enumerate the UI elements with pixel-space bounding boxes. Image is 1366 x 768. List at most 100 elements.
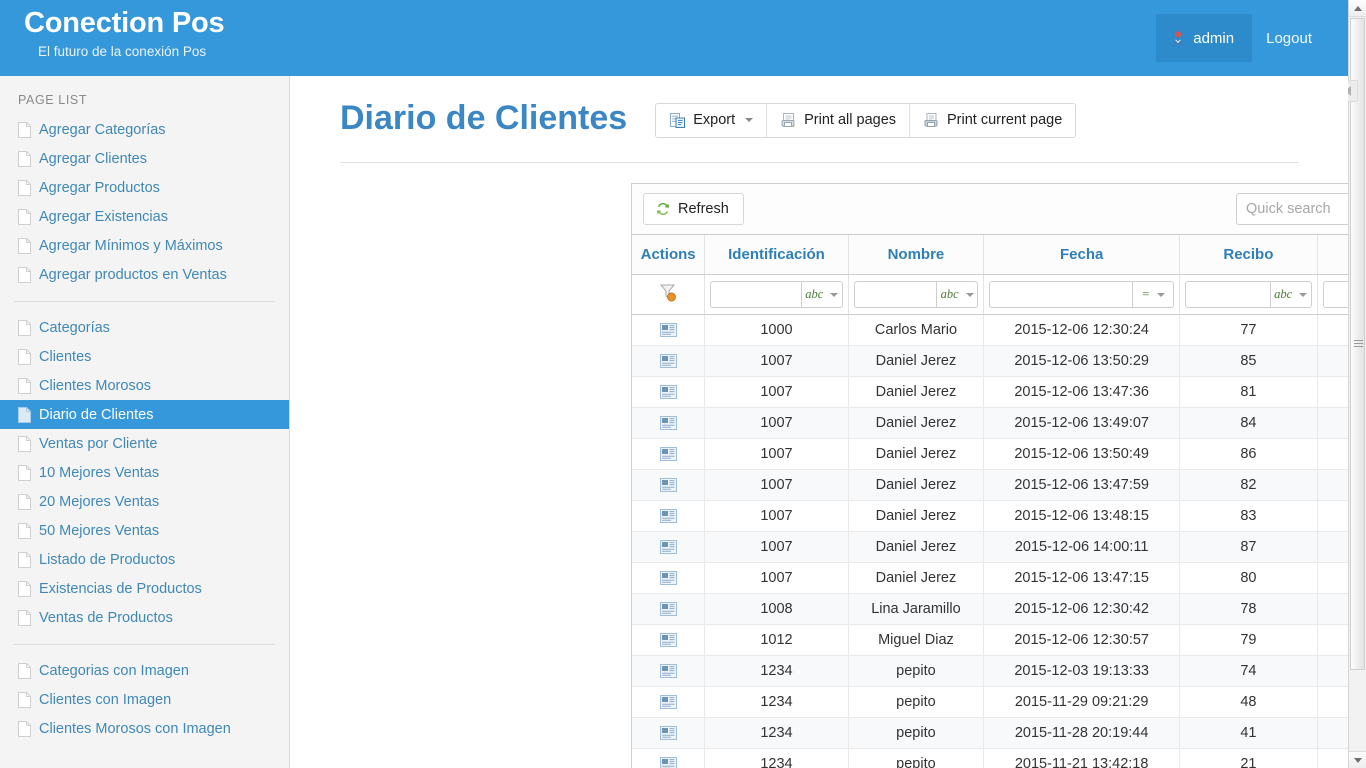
sidebar-item-agregar-clientes[interactable]: Agregar Clientes xyxy=(0,144,289,173)
filter-operator-identificaci-n[interactable]: abc xyxy=(801,281,843,308)
table-row[interactable]: 1012Miguel Diaz2015-12-06 12:30:5779debt… xyxy=(632,625,1348,656)
column-header-nombre[interactable]: Nombre xyxy=(848,235,983,275)
filter-input-recibo[interactable] xyxy=(1185,281,1269,308)
row-actions-cell[interactable] xyxy=(632,594,705,625)
row-actions-cell[interactable] xyxy=(632,687,705,718)
clear-filter-cell[interactable] xyxy=(632,275,705,315)
sidebar-item-20-mejores-ventas[interactable]: 20 Mejores Ventas xyxy=(0,487,289,516)
table-row[interactable]: 1007Daniel Jerez2015-12-06 14:00:1187pap… xyxy=(632,532,1348,563)
refresh-button-label: Refresh xyxy=(678,201,729,217)
table-row[interactable]: 1007Daniel Jerez2015-12-06 13:47:5982mag… xyxy=(632,470,1348,501)
column-header-identificaci-n[interactable]: Identificación xyxy=(705,235,848,275)
row-actions-cell[interactable] xyxy=(632,532,705,563)
export-button[interactable]: Export xyxy=(656,104,767,137)
sidebar-item-agregar-productos[interactable]: Agregar Productos xyxy=(0,173,289,202)
row-actions-cell[interactable] xyxy=(632,718,705,749)
row-actions-cell[interactable] xyxy=(632,501,705,532)
sidebar-item-ventas-por-cliente[interactable]: Ventas por Cliente xyxy=(0,429,289,458)
table-row[interactable]: 1007Daniel Jerez2015-12-06 13:47:3681pap… xyxy=(632,377,1348,408)
sidebar-item-agregar-m-nimos-y-m-ximos[interactable]: Agregar Mínimos y Máximos xyxy=(0,231,289,260)
row-details-icon[interactable] xyxy=(660,416,677,430)
filter-input-identificaci-n[interactable] xyxy=(710,281,800,308)
table-row[interactable]: 1234pepito2015-11-29 09:21:2948debt32.10… xyxy=(632,687,1348,718)
sidebar-item-label: 20 Mejores Ventas xyxy=(39,494,159,510)
filter-input-nombre[interactable] xyxy=(854,281,936,308)
row-actions-cell[interactable] xyxy=(632,377,705,408)
sidebar-item-agregar-existencias[interactable]: Agregar Existencias xyxy=(0,202,289,231)
column-header-recibo[interactable]: Recibo xyxy=(1180,235,1317,275)
filter-input-pago[interactable] xyxy=(1323,281,1348,308)
row-details-icon[interactable] xyxy=(660,447,677,461)
row-actions-cell[interactable] xyxy=(632,439,705,470)
table-row[interactable]: 1234pepito2015-11-21 13:42:1821debt31.45… xyxy=(632,749,1348,768)
table-row[interactable]: 1000Carlos Mario2015-12-06 12:30:2477deb… xyxy=(632,315,1348,346)
row-actions-cell[interactable] xyxy=(632,470,705,501)
row-details-icon[interactable] xyxy=(660,323,677,337)
row-details-icon[interactable] xyxy=(660,571,677,585)
row-details-icon[interactable] xyxy=(660,726,677,740)
sidebar-item-categor-as[interactable]: Categorías xyxy=(0,313,289,342)
sidebar-item-listado-de-productos[interactable]: Listado de Productos xyxy=(0,545,289,574)
cell-pago: debt xyxy=(1317,315,1348,346)
sidebar-item-clientes-morosos-con-imagen[interactable]: Clientes Morosos con Imagen xyxy=(0,714,289,743)
sidebar-item-10-mejores-ventas[interactable]: 10 Mejores Ventas xyxy=(0,458,289,487)
row-details-icon[interactable] xyxy=(660,540,677,554)
table-row[interactable]: 1007Daniel Jerez2015-12-06 13:48:1583fre… xyxy=(632,501,1348,532)
logout-link[interactable]: Logout xyxy=(1252,30,1326,47)
row-details-icon[interactable] xyxy=(660,602,677,616)
cell-pago: debt xyxy=(1317,687,1348,718)
sidebar-item-clientes-morosos[interactable]: Clientes Morosos xyxy=(0,371,289,400)
print-current-page-button[interactable]: Print current page xyxy=(910,104,1075,137)
sidebar-item-50-mejores-ventas[interactable]: 50 Mejores Ventas xyxy=(0,516,289,545)
table-row[interactable]: 1234pepito2015-12-03 19:13:3374cash30.30… xyxy=(632,656,1348,687)
table-row[interactable]: 1007Daniel Jerez2015-12-06 13:50:2985cas… xyxy=(632,346,1348,377)
sidebar-item-ventas-de-productos[interactable]: Ventas de Productos xyxy=(0,603,289,632)
sidebar-item-agregar-categor-as[interactable]: Agregar Categorías xyxy=(0,115,289,144)
quick-search-input[interactable] xyxy=(1236,193,1348,225)
row-details-icon[interactable] xyxy=(660,695,677,709)
print-all-pages-button[interactable]: Print all pages xyxy=(767,104,910,137)
table-row[interactable]: 1008Lina Jaramillo2015-12-06 12:30:4278d… xyxy=(632,594,1348,625)
table-row[interactable]: 1007Daniel Jerez2015-12-06 13:47:1580che… xyxy=(632,563,1348,594)
filter-input-fecha[interactable] xyxy=(989,281,1132,308)
table-row[interactable]: 1007Daniel Jerez2015-12-06 13:50:4986deb… xyxy=(632,439,1348,470)
row-details-icon[interactable] xyxy=(660,664,677,678)
sidebar-item-agregar-productos-en-ventas[interactable]: Agregar productos en Ventas xyxy=(0,260,289,289)
scroll-down-button[interactable] xyxy=(1349,751,1366,768)
chevron-down-icon xyxy=(1299,293,1307,297)
row-details-icon[interactable] xyxy=(660,757,677,768)
row-actions-cell[interactable] xyxy=(632,563,705,594)
row-actions-cell[interactable] xyxy=(632,749,705,768)
row-details-icon[interactable] xyxy=(660,633,677,647)
column-header-actions[interactable]: Actions xyxy=(632,235,705,275)
column-header-fecha[interactable]: Fecha xyxy=(984,235,1180,275)
sidebar-item-categorias-con-imagen[interactable]: Categorias con Imagen xyxy=(0,656,289,685)
column-header-pago[interactable]: Pago xyxy=(1317,235,1348,275)
row-actions-cell[interactable] xyxy=(632,656,705,687)
row-actions-cell[interactable] xyxy=(632,625,705,656)
row-details-icon[interactable] xyxy=(660,478,677,492)
cell-fecha: 2015-12-06 13:47:59 xyxy=(984,470,1180,501)
filter-operator-recibo[interactable]: abc xyxy=(1270,281,1312,308)
browser-scrollbar[interactable] xyxy=(1348,0,1366,768)
filter-operator-nombre[interactable]: abc xyxy=(936,281,978,308)
row-actions-cell[interactable] xyxy=(632,346,705,377)
scrollbar-thumb[interactable] xyxy=(1350,18,1365,670)
refresh-button[interactable]: Refresh xyxy=(643,193,744,225)
row-details-icon[interactable] xyxy=(660,385,677,399)
sidebar-item-existencias-de-productos[interactable]: Existencias de Productos xyxy=(0,574,289,603)
row-details-icon[interactable] xyxy=(660,509,677,523)
scroll-up-button[interactable] xyxy=(1349,0,1366,17)
table-row[interactable]: 1234pepito2015-11-28 20:19:4441debt29.70… xyxy=(632,718,1348,749)
table-row[interactable]: 1007Daniel Jerez2015-12-06 13:49:0784ban… xyxy=(632,408,1348,439)
row-actions-cell[interactable] xyxy=(632,408,705,439)
document-icon xyxy=(18,378,31,394)
row-actions-cell[interactable] xyxy=(632,315,705,346)
filter-operator-fecha[interactable]: = xyxy=(1132,281,1174,308)
sidebar-item-clientes[interactable]: Clientes xyxy=(0,342,289,371)
sidebar-item-diario-de-clientes[interactable]: Diario de Clientes xyxy=(0,400,289,429)
sidebar-item-clientes-con-imagen[interactable]: Clientes con Imagen xyxy=(0,685,289,714)
cell-fecha: 2015-11-29 09:21:29 xyxy=(984,687,1180,718)
row-details-icon[interactable] xyxy=(660,354,677,368)
user-menu-button[interactable]: admin xyxy=(1156,14,1252,62)
